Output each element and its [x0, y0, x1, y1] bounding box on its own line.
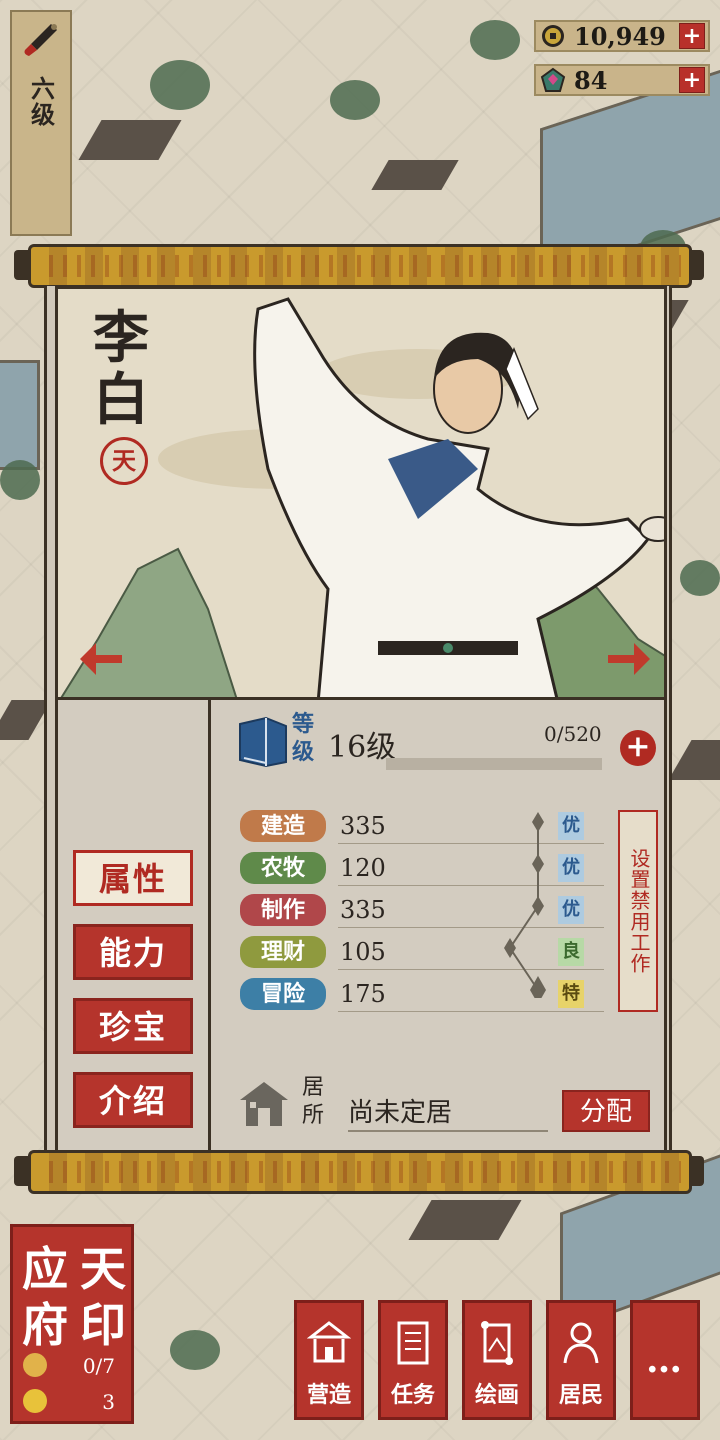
scroll-top-rod: [28, 244, 692, 288]
tab-attributes[interactable]: 属性: [73, 850, 193, 906]
skill-value: 335: [340, 812, 386, 840]
li-bai-figure: [253, 297, 664, 697]
coin-value: 10,949: [574, 21, 666, 51]
skill-value: 105: [340, 938, 386, 966]
tab-introduction[interactable]: 介绍: [73, 1072, 193, 1128]
brush-icon: [24, 24, 57, 56]
level-exp-bar: [386, 758, 602, 770]
city-level-label: 六级: [26, 76, 56, 128]
skill-grade: 优: [558, 854, 584, 882]
painting-scroll-icon: [481, 1321, 513, 1365]
menu-tasks-button[interactable]: 任务: [378, 1300, 448, 1420]
book-icon: [239, 716, 287, 768]
residence-label: 居所: [302, 1075, 325, 1128]
happiness-icon: [23, 1389, 47, 1413]
level-up-button[interactable]: +: [620, 730, 656, 766]
resident-icon: [23, 1353, 47, 1377]
menu-residents-button[interactable]: 居民: [546, 1300, 616, 1420]
tab-abilities[interactable]: 能力: [73, 924, 193, 980]
skill-label: 理财: [240, 936, 326, 968]
skill-label: 冒险: [240, 978, 326, 1010]
jade-value: 84: [574, 65, 608, 95]
city-seal-panel[interactable]: 应 天 府 印 0/7 3: [10, 1224, 134, 1424]
residence-row: 居所 尚未定居 分配: [236, 1072, 656, 1142]
coin-counter: 10,949 +: [534, 20, 710, 52]
menu-build-button[interactable]: 营造: [294, 1300, 364, 1420]
add-jade-button[interactable]: +: [679, 67, 705, 93]
skill-label: 建造: [240, 810, 326, 842]
task-scroll-icon: [397, 1321, 429, 1365]
house-icon: [240, 1082, 288, 1126]
panel-divider: [208, 700, 211, 1153]
scroll-bottom-rod: [28, 1150, 692, 1194]
level-exp: 0/520: [544, 722, 602, 746]
jade-counter: 84 +: [534, 64, 710, 96]
character-stats-area: 属性 能力 珍宝 介绍 等级 16级 0/520 + 建造 335 优 农牧 1…: [55, 700, 667, 1156]
residence-value: 尚未定居: [348, 1098, 453, 1128]
city-seal-char: 府: [22, 1298, 68, 1352]
city-level-badge[interactable]: 六级: [10, 10, 72, 236]
skill-label: 农牧: [240, 852, 326, 884]
jade-icon: [538, 65, 568, 95]
skill-value: 175: [340, 980, 386, 1008]
character-panel: 李白 天 属性 能力 珍宝 介绍 等级 16级 0/520 + 建造 335 优…: [44, 286, 672, 1156]
skill-grade: 特: [558, 980, 584, 1008]
skill-trend-graph: [504, 812, 546, 998]
coin-icon: [538, 21, 568, 51]
happiness-count: 3: [21, 1387, 129, 1417]
character-level-row: 等级 16级 0/520 +: [236, 708, 656, 778]
skill-label: 制作: [240, 894, 326, 926]
add-coins-button[interactable]: +: [679, 23, 705, 49]
character-seal: 天: [100, 437, 148, 485]
city-seal-char: 印: [80, 1298, 126, 1352]
level-label: 等级: [292, 711, 315, 765]
prev-character-arrow-icon[interactable]: [78, 639, 124, 679]
skill-value: 120: [340, 854, 386, 882]
next-character-arrow-icon[interactable]: [606, 639, 652, 679]
skill-grade: 优: [558, 812, 584, 840]
ban-work-button[interactable]: 设置禁用工作: [618, 810, 658, 1012]
assign-residence-button[interactable]: 分配: [562, 1090, 650, 1132]
menu-more-button[interactable]: …: [630, 1300, 700, 1420]
building-icon: [307, 1321, 351, 1363]
resident-count: 0/7: [21, 1351, 129, 1381]
skill-grade: 良: [558, 938, 584, 966]
menu-painting-button[interactable]: 绘画: [462, 1300, 532, 1420]
character-portrait: 李白 天: [55, 286, 667, 700]
tab-treasures[interactable]: 珍宝: [73, 998, 193, 1054]
resident-portrait-icon: [563, 1322, 599, 1364]
skill-grade: 优: [558, 896, 584, 924]
more-icon: …: [646, 1339, 684, 1381]
character-name: 李白: [93, 305, 149, 433]
skill-value: 335: [340, 896, 386, 924]
